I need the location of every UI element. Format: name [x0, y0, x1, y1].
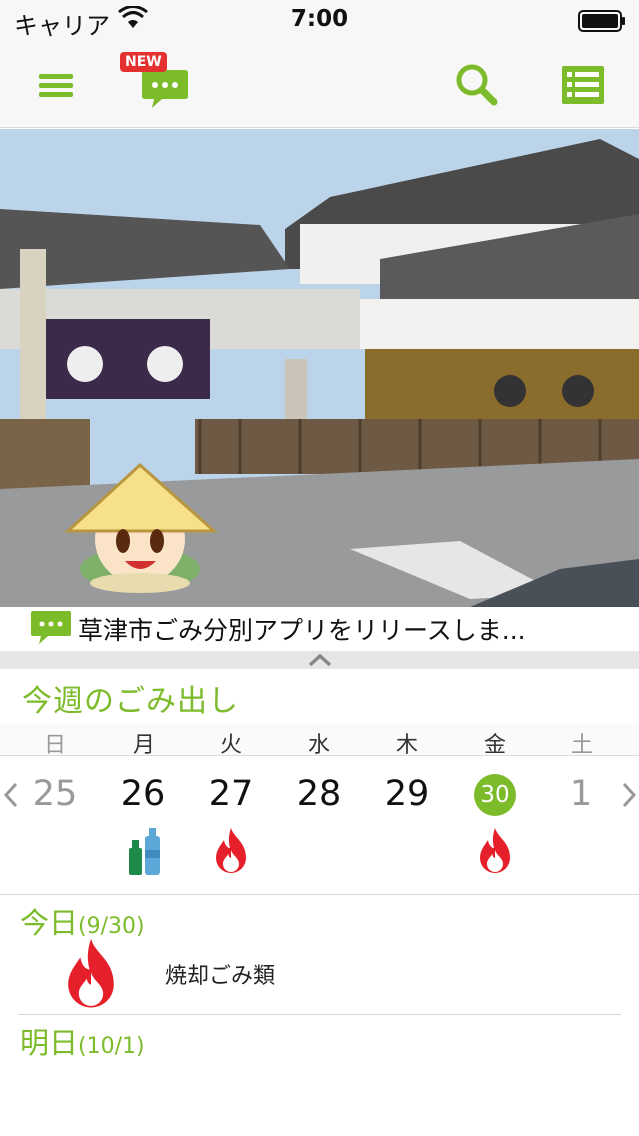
- weekday-label: 土: [570, 733, 593, 758]
- weekday-row: 日 月 火 水 木 金 土: [0, 724, 639, 758]
- hero-photo: [0, 129, 639, 607]
- tomorrow-date: (10/1): [78, 1034, 145, 1059]
- garbage-type-label[interactable]: 焼却ごみ類: [165, 958, 275, 990]
- battery-icon: [578, 10, 625, 32]
- day-cell[interactable]: 1: [546, 774, 616, 814]
- news-ticker[interactable]: 草津市ごみ分別アプリをリリースしま...: [0, 607, 639, 651]
- clock: 7:00: [290, 6, 349, 32]
- day-cell[interactable]: 27: [196, 774, 266, 814]
- chevron-up-icon[interactable]: [306, 652, 334, 668]
- search-icon[interactable]: [452, 60, 502, 110]
- weekday-label: 日: [43, 733, 66, 758]
- news-text: 草津市ごみ分別アプリをリリースしま...: [78, 616, 526, 645]
- weekday-label: 水: [307, 733, 330, 758]
- tomorrow-label: 明日: [20, 1026, 79, 1060]
- fire-icon: [216, 828, 246, 873]
- day-cell-today[interactable]: 30: [474, 782, 516, 808]
- today-label: 今日: [20, 906, 79, 940]
- day-cell[interactable]: 26: [108, 774, 178, 814]
- new-badge: NEW: [120, 52, 167, 72]
- nav-bar: NEW: [0, 40, 639, 128]
- fire-icon: [480, 828, 510, 873]
- chat-bubble-icon: [31, 611, 71, 644]
- week-title: 今週のごみ出し: [22, 684, 239, 719]
- prev-week-arrow-icon[interactable]: [2, 780, 20, 810]
- weekday-label: 木: [395, 733, 418, 758]
- hero-banner[interactable]: [0, 129, 639, 607]
- tomorrow-heading: 明日(10/1): [20, 1020, 145, 1062]
- day-cell[interactable]: 25: [20, 774, 90, 814]
- day-cell[interactable]: 29: [372, 774, 442, 814]
- weekday-label: 金: [483, 733, 506, 758]
- hamburger-menu-icon[interactable]: [32, 60, 82, 110]
- weekday-label: 火: [219, 733, 242, 758]
- weekday-label: 月: [132, 733, 155, 758]
- day-cell[interactable]: 28: [284, 774, 354, 814]
- status-bar: キャリア 7:00: [0, 0, 639, 40]
- fire-icon: [68, 939, 114, 1008]
- bottles-icon: [129, 828, 160, 875]
- list-icon[interactable]: [558, 60, 608, 110]
- divider: [18, 1014, 621, 1015]
- next-week-arrow-icon[interactable]: [620, 780, 638, 810]
